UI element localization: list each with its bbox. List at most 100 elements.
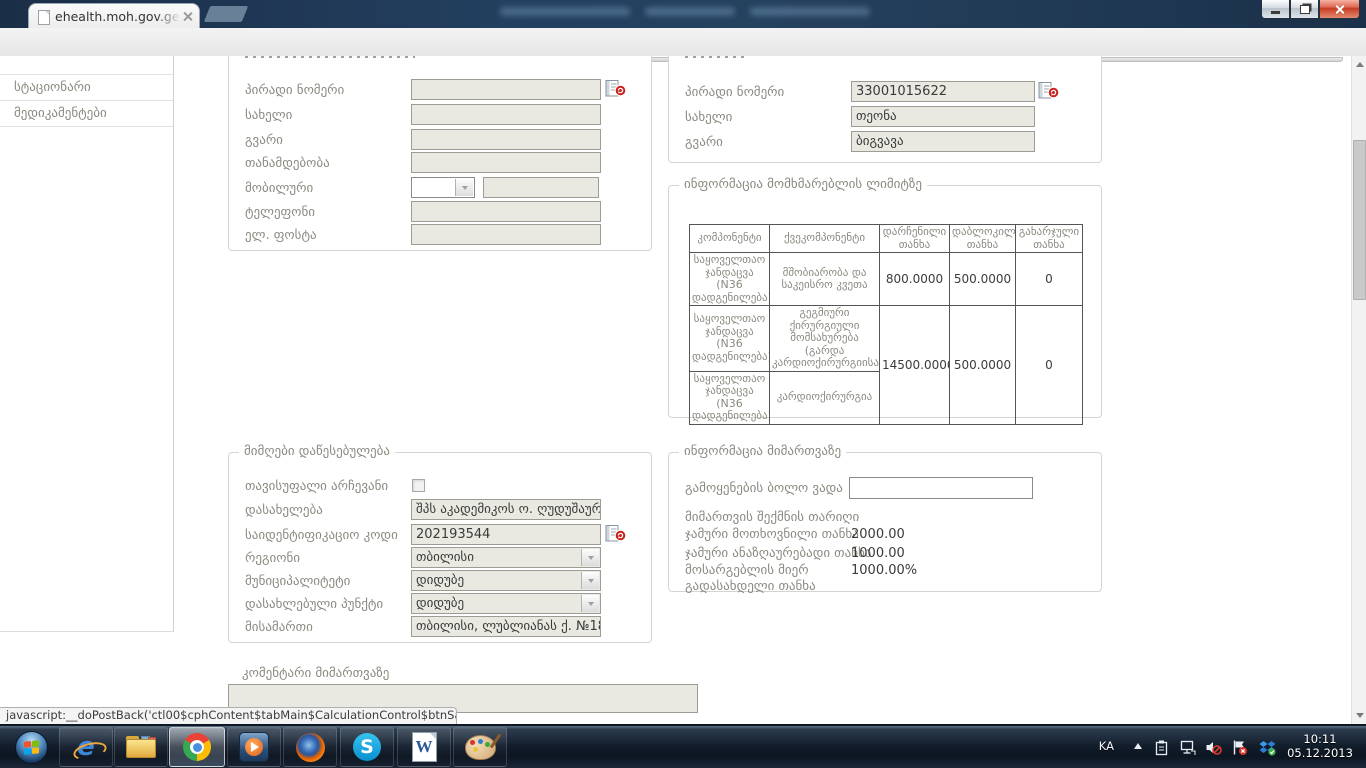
taskbar-skype-button[interactable]: S xyxy=(340,727,394,767)
receiver-id-code-input[interactable]: 202193544 xyxy=(411,524,601,545)
windows-start-icon xyxy=(15,731,48,764)
col-header: დარჩენილი თანხა xyxy=(880,225,950,253)
taskbar-word-button[interactable]: W xyxy=(397,727,451,767)
restore-icon xyxy=(1300,5,1310,14)
update-icon[interactable] xyxy=(1153,739,1170,756)
action-center-flag-icon[interactable] xyxy=(1231,739,1248,756)
patient-first-name-input[interactable]: თეონა xyxy=(851,106,1035,127)
taskbar-firefox-button[interactable] xyxy=(283,727,337,767)
label-address: მისამართი xyxy=(245,620,313,635)
label-mobile: მობილური xyxy=(245,181,313,196)
chevron-down-icon[interactable] xyxy=(455,179,473,196)
scroll-up-button[interactable] xyxy=(1352,56,1366,73)
taskbar-paint-button[interactable] xyxy=(453,727,507,767)
sender-phone-input[interactable] xyxy=(411,201,601,222)
table-row: საყოველთაო ჯანდაცვა (N36 დადგენილება) მშ… xyxy=(690,253,1083,306)
hidden-icons-arrow-icon[interactable] xyxy=(1134,743,1142,749)
free-choice-checkbox[interactable] xyxy=(412,479,425,492)
volume-muted-icon[interactable] xyxy=(1205,739,1222,756)
new-tab-button[interactable] xyxy=(204,6,248,22)
reimbursable-amount-value: 1000.00 xyxy=(851,546,905,561)
taskbar-chrome-button[interactable] xyxy=(169,727,225,767)
receiver-name-input[interactable]: შპს აკადემიკოს ო. ღუდუშაურის ს xyxy=(411,499,601,520)
label-personal-number: პირადი ნომერი xyxy=(245,83,344,98)
cell-subcomponent: მშობიარობა და საკეისრო კვეთა xyxy=(770,253,880,306)
sender-email-input[interactable] xyxy=(411,224,601,245)
label-payable-line1: მოსარგებლის მიერ xyxy=(685,563,809,578)
word-icon: W xyxy=(412,732,437,762)
label-payable-line2: გადასახდელი თანხა xyxy=(685,579,816,594)
clock[interactable]: 10:11 05.12.2013 xyxy=(1282,732,1358,760)
sender-position-input[interactable] xyxy=(411,152,601,173)
clock-date: 05.12.2013 xyxy=(1282,746,1358,760)
label-first-name: სახელი xyxy=(245,108,292,123)
region-select[interactable]: თბილისი xyxy=(411,547,601,568)
taskbar-media-player-button[interactable] xyxy=(227,727,281,767)
sender-first-name-input[interactable] xyxy=(411,104,601,125)
sidebar-item-medications[interactable]: მედიკამენტები xyxy=(0,101,173,127)
network-icon[interactable] xyxy=(1179,739,1196,756)
language-indicator[interactable]: KA xyxy=(1099,739,1114,753)
fetch-person-icon[interactable] xyxy=(1038,82,1060,99)
col-header: ქვეკომპონენტი xyxy=(770,225,880,253)
window-titlebar: ehealth.moh.gov.ge/Hmis xyxy=(0,0,1366,28)
wallpaper-streak xyxy=(645,7,735,16)
close-button[interactable] xyxy=(1319,0,1360,19)
browser-tab[interactable]: ehealth.moh.gov.ge/Hmis xyxy=(28,3,200,28)
scroll-down-button[interactable] xyxy=(1352,707,1366,724)
label-municipality: მუნიციპალიტეტი xyxy=(245,574,350,589)
cell-subcomponent: გეგმიური ქირურგიული მომსახურება (გარდა კ… xyxy=(770,306,880,372)
sender-mobile-prefix-select[interactable] xyxy=(411,177,475,198)
chrome-icon xyxy=(183,733,211,761)
payable-amount-value: 1000.00% xyxy=(851,563,917,578)
chevron-down-icon[interactable] xyxy=(581,549,599,566)
sidebar-item-cut[interactable] xyxy=(0,56,173,75)
dropbox-icon[interactable] xyxy=(1259,739,1276,756)
chevron-down-icon[interactable] xyxy=(581,572,599,589)
sidebar-item-label: სტაციონარი xyxy=(14,80,91,95)
fetch-organization-icon[interactable] xyxy=(605,525,627,542)
region-value: თბილისი xyxy=(416,550,474,565)
patient-last-name-input[interactable]: ბიგვავა xyxy=(851,131,1035,152)
limit-info-legend: ინფორმაცია მომხმარებლის ლიმიტზე xyxy=(679,177,927,192)
cell-blocked: 500.0000 xyxy=(950,253,1016,306)
municipality-value: დიდუბე xyxy=(416,573,464,588)
municipality-select[interactable]: დიდუბე xyxy=(411,570,601,591)
sender-fieldset: პირადი ნომერი სახელი გვარი თანამდებობა მ… xyxy=(228,56,652,251)
label-expiry-date: გამოყენების ბოლო ვადა xyxy=(685,481,843,496)
cell-remaining: 14500.0000 xyxy=(880,306,950,425)
sender-personal-number-input[interactable] xyxy=(411,79,601,100)
sidebar-item-label: მედიკამენტები xyxy=(14,106,107,121)
start-button[interactable] xyxy=(4,727,58,767)
settlement-select[interactable]: დიდუბე xyxy=(411,593,601,614)
taskbar-explorer-button[interactable] xyxy=(114,727,168,767)
chevron-down-icon[interactable] xyxy=(581,595,599,612)
sender-mobile-input[interactable] xyxy=(483,177,599,198)
taskbar-internet-explorer-button[interactable]: e xyxy=(59,727,113,767)
restore-button[interactable] xyxy=(1290,0,1319,19)
sender-last-name-input[interactable] xyxy=(411,129,601,150)
cell-component: საყოველთაო ჯანდაცვა (N36 დადგენილება) xyxy=(690,253,770,306)
media-player-icon xyxy=(239,732,269,762)
patient-personal-number-input[interactable]: 33001015622 xyxy=(851,81,1035,102)
address-input[interactable]: თბილისი, ლუბლიანას ქ. №18/20 xyxy=(411,616,601,637)
page-content: სტაციონარი მედიკამენტები პირადი ნომერი ს… xyxy=(0,56,1366,724)
internet-explorer-icon: e xyxy=(77,734,95,760)
close-icon xyxy=(1334,4,1345,15)
referral-info-legend: ინფორმაცია მიმართვაზე xyxy=(679,444,846,459)
referral-info-fieldset: ინფორმაცია მიმართვაზე გამოყენების ბოლო ვ… xyxy=(668,452,1102,592)
label-settlement: დასახლებული პუნქტი xyxy=(245,597,383,612)
tab-close-icon[interactable] xyxy=(182,11,193,22)
scrollbar-thumb[interactable] xyxy=(1353,140,1366,300)
minimize-button[interactable] xyxy=(1261,0,1290,19)
browser-toolbar: ehealth.moh.gov.ge/Hmis/ReferralsTest/Pa… xyxy=(0,28,1366,57)
cell-blocked: 500.0000 xyxy=(950,306,1016,425)
expiry-date-input[interactable] xyxy=(849,477,1033,499)
col-header: გახარჯული თანხა xyxy=(1016,225,1083,253)
arrow-up-icon xyxy=(1356,62,1364,67)
label-region: რეგიონი xyxy=(245,551,300,566)
fetch-person-icon[interactable] xyxy=(605,80,627,97)
arrow-down-icon xyxy=(1356,713,1364,718)
sidebar-item-stationary[interactable]: სტაციონარი xyxy=(0,75,173,101)
vertical-scrollbar[interactable] xyxy=(1351,56,1366,724)
